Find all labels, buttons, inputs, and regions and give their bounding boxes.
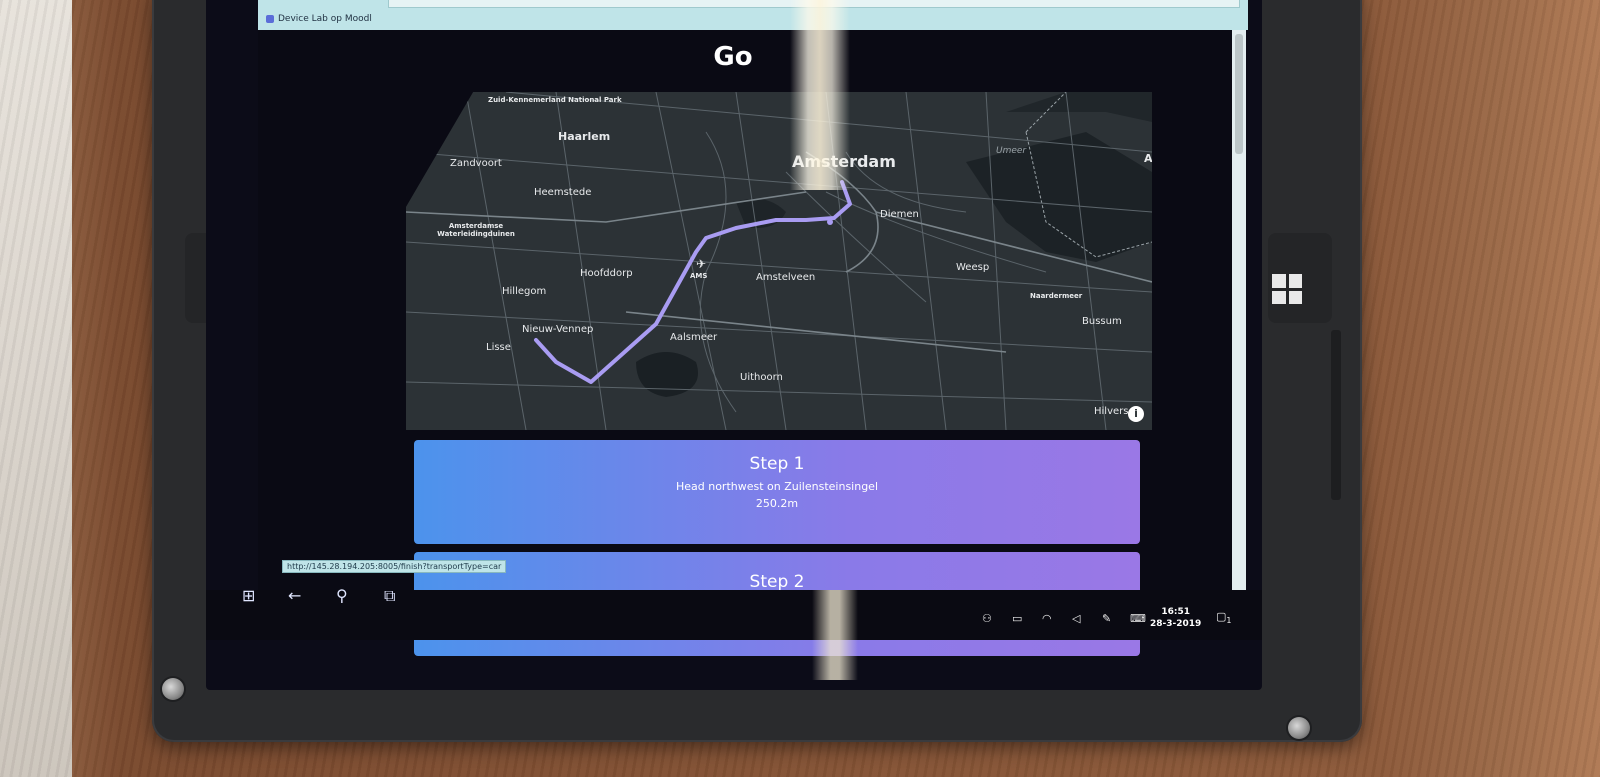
scrollbar-thumb[interactable] [1235, 34, 1243, 154]
light-glare [790, 0, 850, 190]
map-label-naardermeer: Naardermeer [1030, 292, 1083, 300]
screw-icon [162, 678, 184, 700]
map-label-bussum: Bussum [1082, 316, 1122, 327]
map-label-haarlem: Haarlem [558, 130, 611, 143]
wifi-icon[interactable]: ◠ [1042, 612, 1052, 625]
map-label-hoofddorp: Hoofddorp [580, 268, 633, 279]
map-label-uithoorn: Uithoorn [740, 372, 783, 383]
tablet-screen: Device Lab op Moodl Go Zuid-Kennemerland… [206, 0, 1262, 690]
map-label-ams: AMS [690, 272, 708, 280]
back-arrow-icon[interactable]: ← [288, 586, 301, 605]
map-label-amsterdamse-waterleidingduinen: Amsterdamse Waterleidingduinen [437, 222, 515, 238]
windows-hardware-button-icon[interactable] [1272, 274, 1302, 304]
windows-start-icon[interactable]: ⊞ [242, 586, 255, 605]
favicon-icon [266, 15, 274, 23]
step-title: Step 1 [749, 454, 805, 474]
map-label-aalsmeer: Aalsmeer [670, 332, 718, 343]
map-label-amstelveen: Amstelveen [756, 272, 816, 283]
search-icon[interactable]: ⚲ [336, 586, 348, 605]
map-label-zuid-kennemerland: Zuid-Kennemerland National Park [488, 96, 622, 104]
step-card[interactable]: Step 1 Head northwest on Zuilensteinsing… [414, 440, 1140, 544]
keyboard-icon[interactable]: ⌨ [1130, 612, 1146, 625]
map-label-zandvoort: Zandvoort [450, 158, 502, 169]
route-end-marker [827, 219, 833, 225]
people-icon[interactable]: ⚇ [982, 612, 992, 625]
tablet-icon[interactable]: ▭ [1012, 612, 1022, 625]
status-bar-url: http://145.28.194.205:8005/finish?transp… [282, 560, 507, 573]
airport-icon: ✈ [696, 257, 707, 271]
tab-title: Device Lab op Moodl [278, 14, 372, 24]
taskbar-clock[interactable]: 16:51 28-3-2019 [1150, 606, 1201, 630]
windows-taskbar: ⊞ ← ⚲ ⧉ ⚇ ▭ ◠ ◁ ✎ ⌨ 16:51 28-3-2019 ▢1 [206, 586, 1262, 640]
route-map[interactable]: Zuid-Kennemerland National Park Haarlem … [406, 92, 1152, 430]
lake [636, 352, 698, 397]
map-info-button[interactable]: i [1128, 406, 1144, 422]
browser-chrome: Device Lab op Moodl [258, 0, 1248, 30]
notification-count: 1 [1226, 616, 1232, 626]
map-label-weesp: Weesp [956, 262, 990, 273]
map-label-diemen: Diemen [880, 209, 919, 220]
step-title: Step 2 [749, 572, 805, 592]
map-label-hillegom: Hillegom [502, 286, 547, 297]
screw-icon [1288, 717, 1310, 739]
step-instruction: Head northwest on Zuilensteinsingel [675, 480, 879, 493]
page-scrollbar[interactable] [1232, 30, 1246, 605]
map-label-lisse: Lisse [486, 342, 511, 353]
volume-icon[interactable]: ◁ [1072, 612, 1080, 625]
map-label-umeer: Umeer [996, 146, 1027, 156]
map-label-nieuw-vennep: Nieuw-Vennep [522, 324, 594, 335]
page-title: Go [713, 42, 753, 72]
map-label-hilversum: Hilvers [1094, 406, 1129, 417]
side-button [1331, 330, 1341, 500]
water-area [1006, 92, 1152, 122]
notification-icon[interactable]: ▢1 [1216, 610, 1232, 625]
map-label-edge: A [1144, 152, 1152, 165]
pen-icon[interactable]: ✎ [1102, 612, 1111, 625]
map-label-heemstede: Heemstede [534, 187, 592, 198]
light-glare [812, 590, 858, 680]
task-view-icon[interactable]: ⧉ [384, 586, 395, 606]
web-page: Go Zuid-Kennemerland National Park Haarl… [258, 30, 1238, 656]
step-distance: 250.2m [755, 497, 799, 510]
clock-date: 28-3-2019 [1150, 619, 1202, 629]
clock-time: 16:51 [1161, 607, 1190, 617]
browser-tab[interactable]: Device Lab op Moodl [266, 14, 372, 24]
